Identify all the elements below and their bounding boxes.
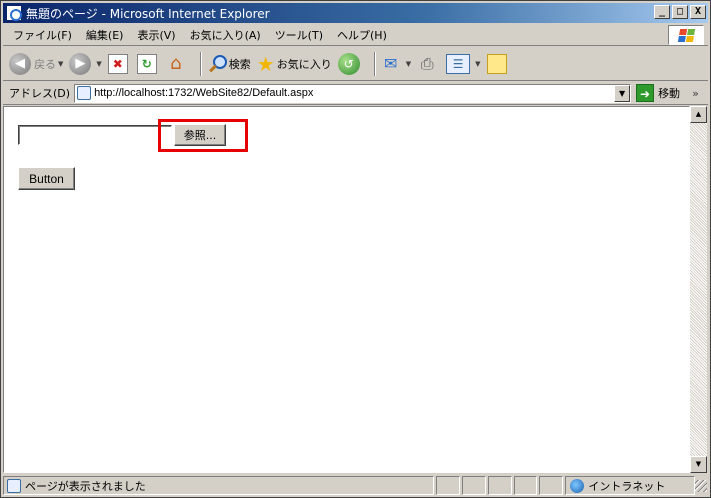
mail-icon: ✉ bbox=[384, 54, 398, 73]
forward-arrow-icon: ▶ bbox=[69, 52, 92, 75]
history-icon: ↺ bbox=[337, 52, 360, 75]
menu-bar: ファイル(F) 編集(E) 表示(V) お気に入り(A) ツール(T) ヘルプ(… bbox=[3, 24, 708, 46]
security-zone-panel[interactable]: イントラネット bbox=[565, 476, 696, 495]
menu-file[interactable]: ファイル(F) bbox=[3, 27, 79, 43]
address-bar: アドレス(D) http://localhost:1732/WebSite82/… bbox=[3, 82, 708, 105]
status-cell bbox=[539, 476, 564, 495]
toolbar-separator bbox=[373, 51, 376, 76]
go-arrow-icon: ➜ bbox=[636, 84, 655, 102]
status-bar: ページが表示されました イントラネット bbox=[3, 475, 708, 496]
edit-button[interactable]: ☰ ▼ bbox=[446, 53, 481, 74]
browse-button[interactable]: 参照... bbox=[174, 124, 226, 146]
page-done-icon bbox=[7, 478, 21, 493]
vertical-scrollbar[interactable]: ▲ ▼ bbox=[690, 106, 707, 473]
minimize-button[interactable]: _ bbox=[654, 5, 670, 19]
back-label: 戻る bbox=[34, 57, 56, 71]
status-cell bbox=[435, 476, 460, 495]
toolbar-separator bbox=[199, 51, 202, 76]
back-dropdown-icon[interactable]: ▼ bbox=[58, 60, 63, 68]
back-button[interactable]: ◀ 戻る ▼ bbox=[9, 52, 63, 75]
search-label: 検索 bbox=[228, 57, 251, 71]
page-content: 参照... Button bbox=[3, 106, 690, 473]
edit-icon: ☰ bbox=[446, 53, 471, 74]
address-url[interactable]: http://localhost:1732/WebSite82/Default.… bbox=[94, 87, 313, 99]
edit-dropdown-icon[interactable]: ▼ bbox=[475, 60, 480, 68]
scroll-down-button[interactable]: ▼ bbox=[690, 456, 707, 473]
star-icon: ★ bbox=[256, 51, 275, 76]
windows-logo-icon bbox=[668, 25, 704, 45]
menu-help[interactable]: ヘルプ(H) bbox=[330, 27, 394, 43]
links-chevron-icon[interactable]: » bbox=[692, 87, 699, 100]
print-button[interactable]: ⎙ bbox=[417, 54, 440, 74]
window-controls: _ □ X bbox=[654, 5, 706, 19]
note-icon bbox=[486, 53, 507, 74]
forward-button[interactable]: ▶ ▼ bbox=[69, 52, 102, 75]
status-cell bbox=[513, 476, 538, 495]
stop-icon: ✖ bbox=[107, 53, 128, 74]
title-bar[interactable]: 無題のページ - Microsoft Internet Explorer _ □… bbox=[3, 3, 708, 23]
mail-dropdown-icon[interactable]: ▼ bbox=[406, 60, 411, 68]
menu-favorites[interactable]: お気に入り(A) bbox=[183, 27, 268, 43]
zone-label: イントラネット bbox=[588, 479, 666, 493]
favorites-label: お気に入り bbox=[276, 57, 332, 71]
submit-button[interactable]: Button bbox=[18, 167, 75, 190]
status-cell bbox=[461, 476, 486, 495]
refresh-icon: ↻ bbox=[136, 53, 157, 74]
search-button[interactable]: 検索 bbox=[207, 54, 251, 74]
history-button[interactable]: ↺ bbox=[337, 52, 363, 75]
status-cell bbox=[487, 476, 512, 495]
refresh-button[interactable]: ↻ bbox=[136, 53, 160, 74]
status-message-panel: ページが表示されました bbox=[3, 476, 434, 495]
stop-button[interactable]: ✖ bbox=[107, 53, 131, 74]
search-icon bbox=[207, 54, 227, 74]
home-button[interactable]: ⌂ bbox=[166, 53, 189, 74]
back-arrow-icon: ◀ bbox=[9, 52, 31, 75]
status-message: ページが表示されました bbox=[25, 479, 146, 493]
close-button[interactable]: X bbox=[690, 5, 706, 19]
resize-grip[interactable] bbox=[695, 479, 708, 492]
home-icon: ⌂ bbox=[170, 53, 182, 74]
address-label: アドレス(D) bbox=[9, 87, 71, 100]
menu-tools[interactable]: ツール(T) bbox=[268, 27, 330, 43]
menu-edit[interactable]: 編集(E) bbox=[79, 27, 131, 43]
file-path-input[interactable] bbox=[18, 125, 172, 145]
print-icon: ⎙ bbox=[420, 53, 434, 73]
browser-window: 無題のページ - Microsoft Internet Explorer _ □… bbox=[0, 0, 711, 498]
go-button[interactable]: ➜ 移動 bbox=[636, 84, 680, 102]
window-title: 無題のページ - Microsoft Internet Explorer bbox=[26, 6, 270, 21]
intranet-globe-icon bbox=[570, 478, 585, 493]
go-label: 移動 bbox=[658, 87, 681, 100]
address-dropdown-button[interactable]: ▼ bbox=[614, 84, 631, 102]
forward-dropdown-icon[interactable]: ▼ bbox=[96, 60, 101, 68]
menu-view[interactable]: 表示(V) bbox=[130, 27, 182, 43]
address-input[interactable]: http://localhost:1732/WebSite82/Default.… bbox=[74, 83, 632, 103]
page-icon bbox=[77, 86, 92, 100]
maximize-button[interactable]: □ bbox=[672, 5, 688, 19]
standard-toolbar: ◀ 戻る ▼ ▶ ▼ ✖ ↻ ⌂ 検索 ★ お気に入り ↺ ✉ ▼ ⎙ ☰ ▼ bbox=[3, 47, 708, 81]
scroll-up-button[interactable]: ▲ bbox=[690, 106, 707, 123]
messenger-button[interactable] bbox=[486, 53, 510, 74]
favorites-button[interactable]: ★ お気に入り bbox=[257, 54, 332, 74]
ie-icon bbox=[6, 5, 22, 21]
mail-button[interactable]: ✉ ▼ bbox=[381, 54, 411, 74]
